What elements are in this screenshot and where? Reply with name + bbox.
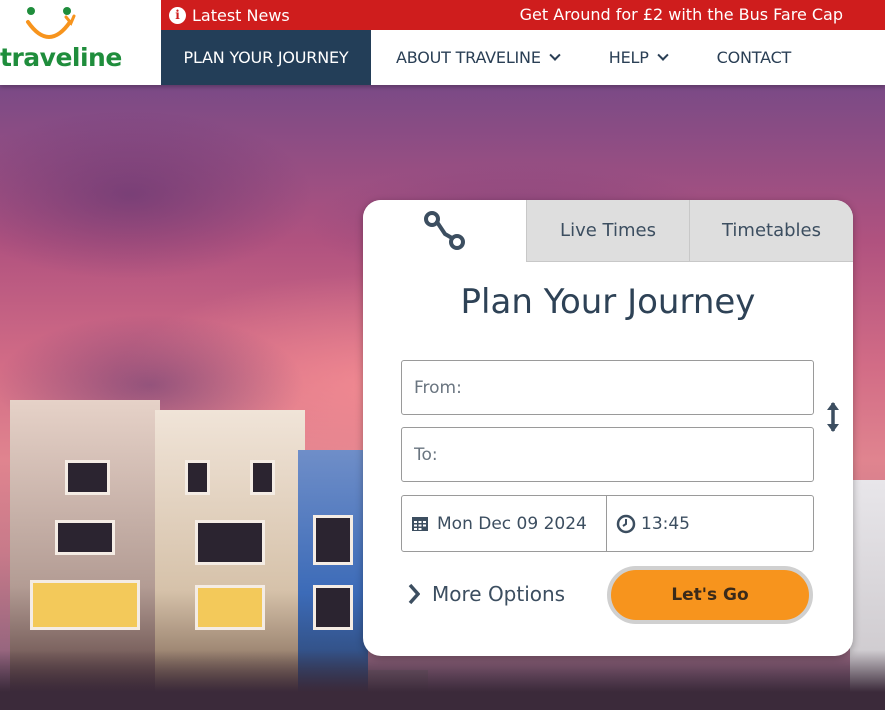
from-input[interactable] — [402, 361, 813, 414]
news-bar: i Latest News Get Around for £2 with the… — [161, 0, 885, 30]
tab-label: Live Times — [560, 220, 656, 241]
crowd-image — [0, 650, 885, 710]
news-headline-link[interactable]: Get Around for £2 with the Bus Fare Cap — [520, 0, 843, 30]
more-options-toggle[interactable]: More Options — [408, 579, 565, 609]
swap-locations-icon[interactable] — [825, 400, 841, 434]
plan-journey-title: Plan Your Journey — [460, 282, 756, 322]
date-time-row: Mon Dec 09 2024 13:45 — [401, 495, 814, 552]
lets-go-button[interactable]: Let's Go — [607, 566, 813, 624]
main-nav: PLAN YOUR JOURNEY ABOUT TRAVELINE HELP C… — [161, 30, 816, 85]
chevron-right-icon — [408, 583, 420, 605]
date-value: Mon Dec 09 2024 — [437, 513, 587, 534]
logo-text: traveline — [0, 43, 122, 72]
tab-label: Timetables — [721, 220, 822, 241]
traveline-logo[interactable]: traveline — [0, 0, 161, 85]
nav-contact[interactable]: CONTACT — [692, 30, 816, 85]
calendar-icon — [412, 517, 428, 531]
latest-news-label: Latest News — [192, 5, 290, 25]
from-field-wrapper — [401, 360, 814, 415]
latest-news-link[interactable]: i Latest News — [169, 0, 290, 30]
to-field-wrapper — [401, 427, 814, 482]
nav-label: PLAN YOUR JOURNEY — [183, 48, 349, 67]
chevron-down-icon — [549, 49, 561, 61]
tab-timetables[interactable]: Timetables — [689, 200, 853, 262]
nav-label: ABOUT TRAVELINE — [396, 48, 541, 67]
site-header: traveline i Latest News Get Around for £… — [0, 0, 885, 85]
planner-tabs: Live Times Timetables — [363, 200, 853, 262]
time-value: 13:45 — [641, 513, 690, 534]
nav-about-traveline[interactable]: ABOUT TRAVELINE — [371, 30, 584, 85]
nav-label: HELP — [608, 48, 649, 67]
route-icon — [423, 211, 465, 250]
more-options-label: More Options — [432, 582, 566, 606]
tab-plan-journey[interactable] — [363, 200, 526, 262]
date-picker[interactable]: Mon Dec 09 2024 — [402, 496, 607, 551]
clock-icon — [616, 514, 636, 533]
nav-label: CONTACT — [716, 48, 792, 67]
journey-planner-card: Live Times Timetables Plan Your Journey — [363, 200, 853, 656]
nav-help[interactable]: HELP — [584, 30, 692, 85]
time-picker[interactable]: 13:45 — [607, 496, 813, 551]
chevron-down-icon — [656, 49, 669, 61]
nav-plan-your-journey[interactable]: PLAN YOUR JOURNEY — [161, 30, 371, 85]
smile-logo-icon — [26, 7, 76, 39]
info-icon: i — [169, 6, 186, 24]
to-input[interactable] — [402, 428, 813, 481]
tab-live-times[interactable]: Live Times — [526, 200, 689, 262]
